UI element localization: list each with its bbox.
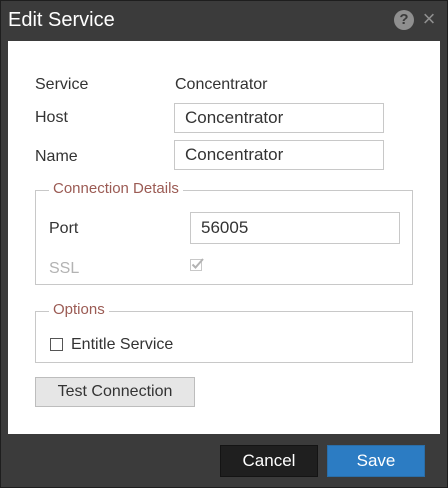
dialog-title: Edit Service	[8, 9, 115, 31]
connection-details-group: Connection Details Port SSL	[35, 180, 413, 285]
save-button[interactable]: Save	[327, 445, 425, 477]
edit-service-dialog: Edit Service ? × Service Concentrator Ho…	[0, 0, 448, 488]
connection-details-legend: Connection Details	[49, 180, 183, 197]
name-input[interactable]	[174, 140, 384, 170]
host-input[interactable]	[174, 103, 384, 133]
ssl-label: SSL	[49, 260, 80, 277]
port-label: Port	[49, 220, 79, 237]
ssl-checkbox[interactable]	[190, 257, 205, 272]
cancel-button[interactable]: Cancel	[220, 445, 318, 477]
service-value: Concentrator	[175, 76, 268, 93]
name-label: Name	[35, 148, 78, 165]
options-legend: Options	[49, 301, 109, 318]
help-icon[interactable]: ?	[394, 10, 414, 30]
entitle-service-checkbox[interactable]	[50, 338, 63, 351]
dialog-title-bar: Edit Service ? ×	[1, 1, 447, 41]
port-input[interactable]	[190, 212, 400, 244]
close-icon[interactable]: ×	[419, 7, 439, 31]
entitle-service-label: Entitle Service	[71, 336, 174, 353]
service-label: Service	[35, 76, 89, 93]
host-label: Host	[35, 109, 68, 126]
test-connection-button[interactable]: Test Connection	[35, 377, 195, 407]
dialog-body: Service Concentrator Host Name Connectio…	[8, 41, 440, 434]
dialog-footer: Cancel Save	[1, 435, 447, 487]
checkmark-icon	[190, 258, 204, 271]
options-group: Options Entitle Service	[35, 301, 413, 363]
